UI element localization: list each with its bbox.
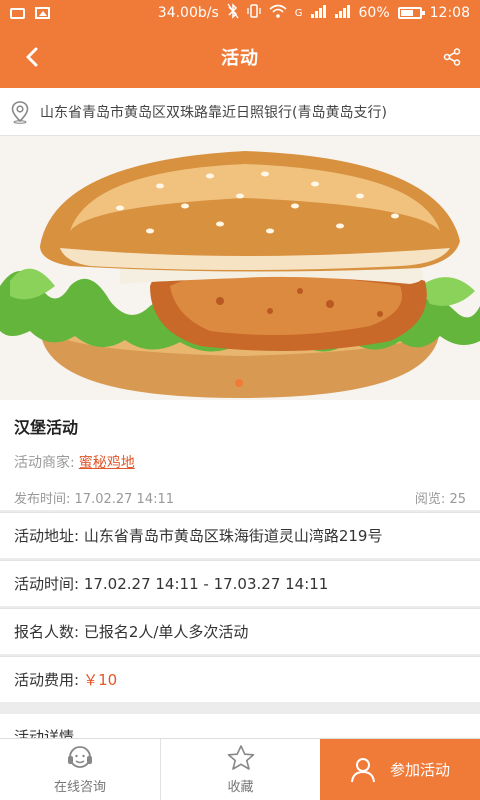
detail-address: 活动地址: 山东省青岛市黄岛区珠海街道灵山湾路219号: [0, 512, 480, 558]
views-count: 25: [449, 492, 466, 507]
detail-fee: 活动费用: ￥10: [0, 656, 480, 702]
detail-time: 活动时间: 17.02.27 14:11 - 17.03.27 14:11: [0, 560, 480, 606]
bottom-action-bar: 在线咨询 收藏 参加活动: [0, 738, 480, 800]
favorite-label: 收藏: [227, 780, 254, 795]
online-consult-button[interactable]: 在线咨询: [0, 739, 160, 800]
mail-notification-icon: [10, 7, 25, 19]
person-icon: [350, 757, 375, 782]
merchant-label: 活动商家:: [14, 455, 75, 471]
network-type: G: [294, 7, 303, 19]
wifi-icon: [269, 4, 287, 22]
join-event-button[interactable]: 参加活动: [320, 739, 480, 800]
consult-label: 在线咨询: [53, 780, 106, 795]
app-header: 活动: [0, 26, 480, 88]
merchant-link[interactable]: 蜜秘鸡地: [79, 455, 135, 471]
publish-label: 发布时间:: [14, 492, 71, 507]
vibrate-icon: [247, 3, 261, 23]
status-bar: 34.00b/s G 60% 12:08: [0, 0, 480, 26]
merchant-row: 活动商家: 蜜秘鸡地: [14, 452, 466, 472]
meta-row: 发布时间: 17.02.27 14:11 阅览: 25: [14, 488, 466, 507]
star-icon: [227, 745, 254, 770]
publish-info: 发布时间: 17.02.27 14:11: [14, 488, 174, 507]
event-info-card: 汉堡活动 活动商家: 蜜秘鸡地 发布时间: 17.02.27 14:11 阅览: …: [0, 400, 480, 510]
image-notification-icon: [35, 7, 50, 19]
section-divider: [0, 702, 480, 714]
views-info: 阅览: 25: [415, 488, 466, 507]
share-button[interactable]: [436, 42, 468, 72]
share-icon: [443, 48, 461, 66]
location-pin-icon: [11, 100, 29, 124]
detail-signup: 报名人数: 已报名2人/单人多次活动: [0, 608, 480, 654]
back-button[interactable]: [16, 42, 48, 72]
headset-icon: [68, 746, 92, 768]
clock: 12:08: [429, 5, 470, 21]
fee-value: ￥10: [83, 671, 118, 689]
location-bar[interactable]: 山东省青岛市黄岛区双珠路靠近日照银行(青岛黄岛支行): [0, 88, 480, 136]
burger-image: [0, 136, 480, 400]
publish-time: 17.02.27 14:11: [74, 492, 175, 507]
signal-icon-2: [334, 4, 351, 22]
location-address: 山东省青岛市黄岛区双珠路靠近日照银行(青岛黄岛支行): [40, 104, 387, 121]
detail-address-text: 活动地址: 山东省青岛市黄岛区珠海街道灵山湾路219号: [14, 527, 383, 545]
event-banner-image[interactable]: [0, 136, 480, 400]
back-arrow-icon: [26, 47, 38, 67]
fee-label: 活动费用:: [14, 671, 80, 689]
event-title: 汉堡活动: [14, 418, 79, 437]
status-right: 34.00b/s G 60% 12:08: [158, 3, 470, 23]
detail-time-text: 活动时间: 17.02.27 14:11 - 17.03.27 14:11: [14, 575, 329, 593]
network-speed: 34.00b/s: [157, 5, 219, 21]
battery-icon: [397, 7, 425, 19]
status-left: [10, 7, 50, 19]
bluetooth-off-icon: [227, 3, 239, 23]
page-title: 活动: [221, 48, 259, 69]
views-label: 阅览:: [414, 492, 446, 507]
carousel-indicator[interactable]: [235, 379, 243, 387]
favorite-button[interactable]: 收藏: [160, 739, 320, 800]
join-label: 参加活动: [389, 761, 450, 779]
detail-signup-text: 报名人数: 已报名2人/单人多次活动: [14, 623, 249, 641]
battery-level: 60%: [358, 5, 390, 21]
signal-icon: [310, 4, 327, 22]
